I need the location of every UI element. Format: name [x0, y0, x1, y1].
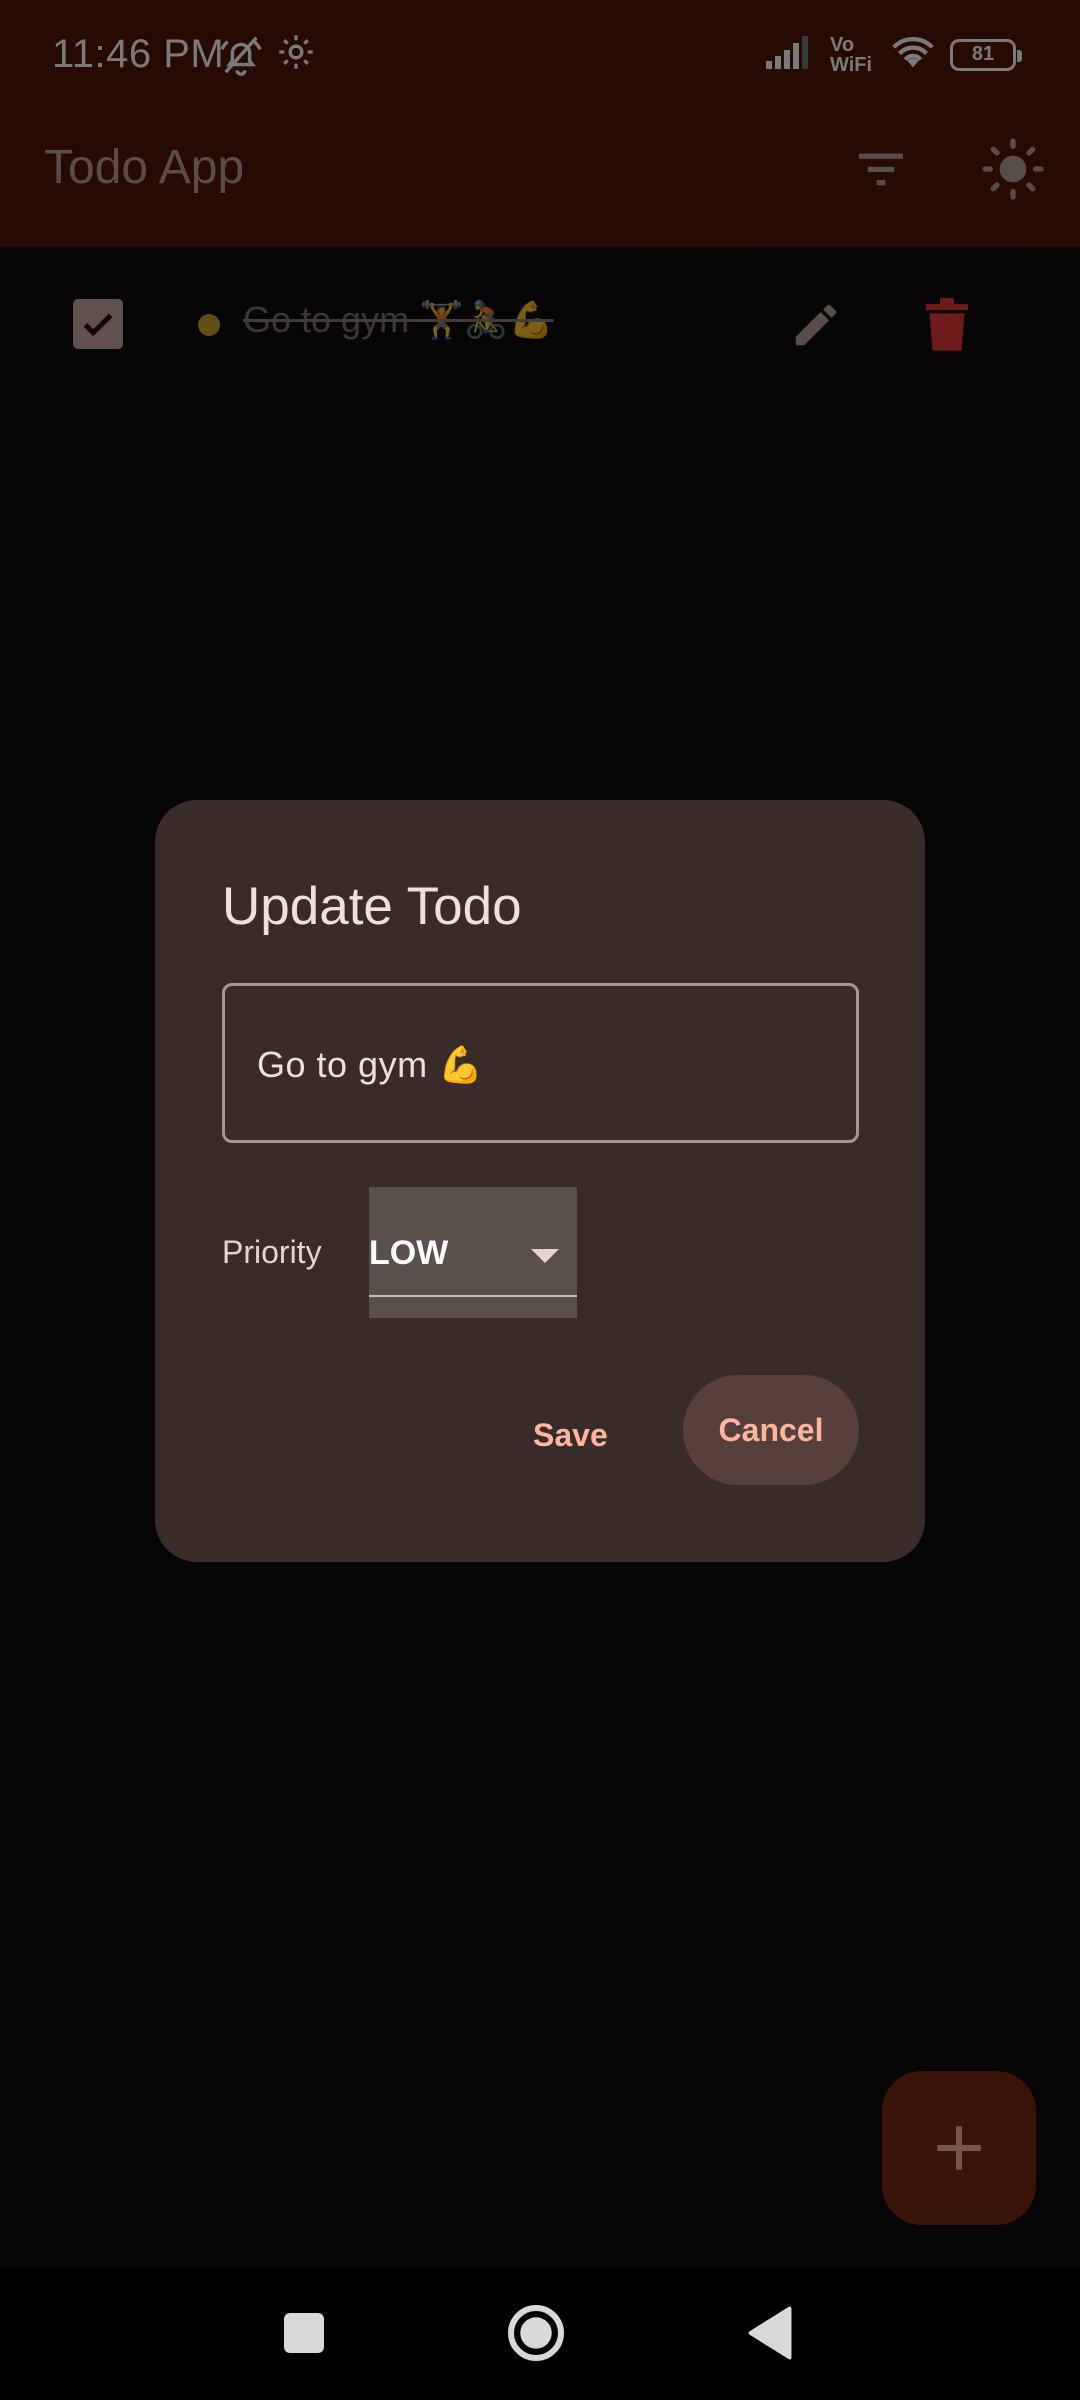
save-button[interactable]: Save: [533, 1405, 608, 1465]
home-circle-icon: [508, 2305, 564, 2361]
priority-label: Priority: [222, 1234, 322, 1270]
status-right-group: Vo WiFi 81: [766, 33, 1022, 76]
plus-icon: [937, 2126, 981, 2170]
status-time: 11:46 PM: [52, 32, 225, 76]
vowifi-label: Vo WiFi: [830, 33, 873, 76]
todo-list-item[interactable]: Go to gym 🏋️🚴💪: [0, 280, 1080, 368]
app-title: Todo App: [44, 141, 245, 194]
brightness-icon[interactable]: [980, 136, 1046, 202]
dialog-title: Update Todo: [222, 877, 522, 936]
home-button[interactable]: [501, 2298, 571, 2368]
delete-icon[interactable]: [918, 296, 976, 354]
add-todo-fab[interactable]: [882, 2071, 1036, 2225]
muted-bell-icon: [218, 32, 264, 78]
system-nav-bar: [0, 2268, 1080, 2400]
priority-dot: [198, 314, 220, 336]
back-triangle-icon: [748, 2306, 792, 2360]
priority-selected-value: LOW: [369, 1234, 449, 1272]
update-todo-dialog: Update Todo Go to gym 💪 Priority LOW Sav…: [155, 800, 925, 1562]
dropdown-underline: [369, 1295, 577, 1297]
edit-icon[interactable]: [787, 296, 845, 354]
priority-dropdown[interactable]: LOW: [369, 1187, 577, 1318]
dropdown-arrow-icon: [531, 1249, 559, 1263]
cancel-button[interactable]: Cancel: [683, 1375, 859, 1485]
settings-gear-icon: [276, 32, 316, 72]
wifi-icon: [890, 34, 936, 75]
battery-icon: 81: [950, 38, 1022, 71]
back-button[interactable]: [735, 2298, 805, 2368]
filter-icon[interactable]: [848, 136, 914, 202]
app-bar: 11:46 PM Vo WiFi 81 Todo App: [0, 0, 1080, 247]
todo-text-field[interactable]: Go to gym 💪: [222, 983, 859, 1143]
todo-checkbox[interactable]: [73, 299, 123, 349]
screen: 11:46 PM Vo WiFi 81 Todo App Go to gym 🏋…: [0, 0, 1080, 2400]
recents-button[interactable]: [269, 2298, 339, 2368]
battery-level: 81: [971, 43, 995, 65]
square-icon: [284, 2313, 324, 2353]
todo-text-input-value[interactable]: Go to gym 💪: [257, 1044, 483, 1086]
signal-icon: [766, 35, 816, 74]
todo-text: Go to gym 🏋️🚴💪: [243, 299, 554, 340]
